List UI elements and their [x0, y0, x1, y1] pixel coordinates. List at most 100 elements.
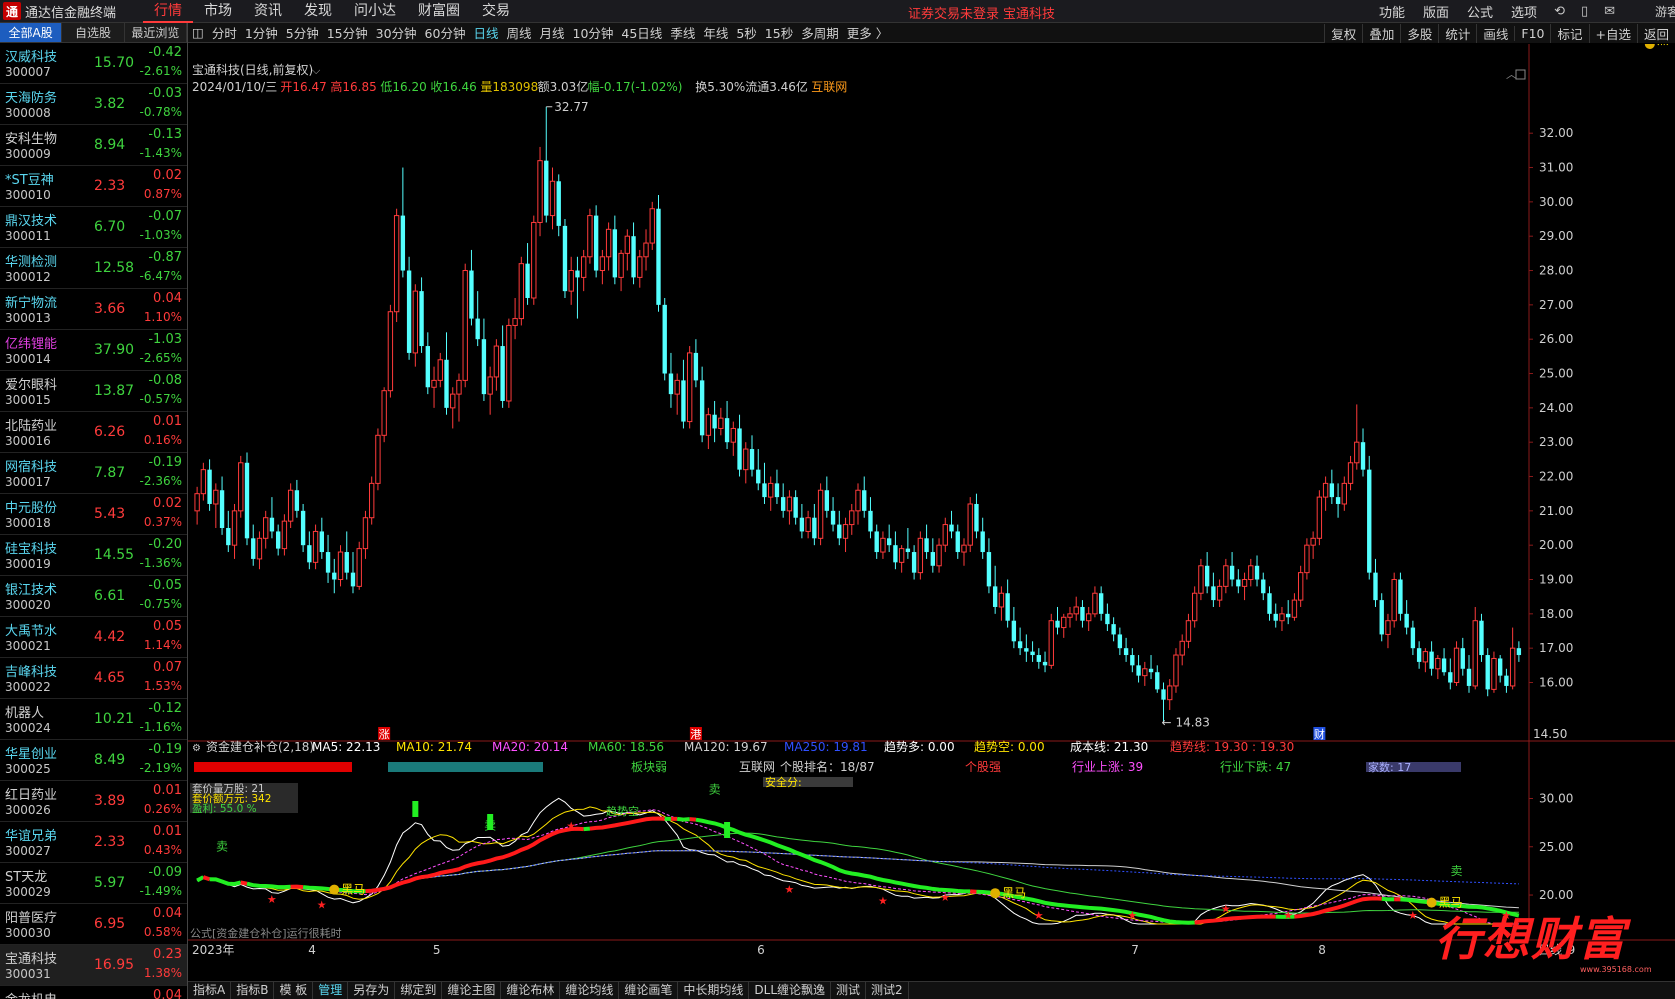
- sector-tag[interactable]: 互联网: [811, 80, 847, 94]
- menu-item-3[interactable]: 发现: [293, 0, 343, 23]
- indicator-tab-5[interactable]: 绑定到: [395, 982, 443, 999]
- indicator-tab-6[interactable]: 缠论主图: [442, 982, 502, 999]
- stock-row[interactable]: 华星创业 300025 8.49 -0.19 -2.19%: [0, 740, 187, 781]
- stock-row[interactable]: 宝通科技 300031 16.95 0.23 1.38%: [0, 945, 187, 986]
- menu-item-6[interactable]: 交易: [471, 0, 521, 23]
- period-5[interactable]: 60分钟: [421, 23, 470, 42]
- stock-row[interactable]: ST天龙 300029 5.97 -0.09 -1.49%: [0, 863, 187, 904]
- period-8[interactable]: 月线: [535, 23, 568, 42]
- list-tab-2[interactable]: 最近浏览: [124, 23, 187, 42]
- period-14[interactable]: 15秒: [761, 23, 797, 42]
- stock-row[interactable]: 吉峰科技 300022 4.65 0.07 1.53%: [0, 658, 187, 699]
- stock-row[interactable]: 爱尔眼科 300015 13.87 -0.08 -0.57%: [0, 371, 187, 412]
- trade-login-status[interactable]: 证券交易未登录: [908, 3, 999, 22]
- period-2[interactable]: 5分钟: [282, 23, 323, 42]
- indicator-tab-2[interactable]: 模 板: [274, 982, 314, 999]
- stat-line-3: 盈利: 55.0 %: [192, 803, 257, 815]
- period-11[interactable]: 季线: [666, 23, 699, 42]
- indicator-tab-13[interactable]: 测试2: [866, 982, 909, 999]
- period-10[interactable]: 45日线: [617, 23, 666, 42]
- menu-item-4[interactable]: 问小达: [343, 0, 407, 23]
- stock-row[interactable]: 天海防务 300008 3.82 -0.03 -0.78%: [0, 84, 187, 125]
- chart-btn-0[interactable]: 复权: [1324, 23, 1362, 43]
- layout-toggle-icon[interactable]: ◫: [188, 25, 208, 40]
- chart-title-dropdown-icon[interactable]: ⌵: [312, 64, 321, 77]
- menu-item-1[interactable]: 市场: [193, 0, 243, 23]
- indicator-tab-11[interactable]: DLL缠论飘逸: [749, 982, 832, 999]
- indicator-settings-icon[interactable]: ⚙: [192, 743, 201, 754]
- candle-body-up: [805, 517, 811, 532]
- phone-icon[interactable]: ▯: [1573, 4, 1596, 19]
- right-menu-item-0[interactable]: 功能: [1370, 2, 1414, 21]
- period-4[interactable]: 30分钟: [372, 23, 421, 42]
- chart-btn-7[interactable]: +自选: [1588, 23, 1637, 43]
- chart-btn-2[interactable]: 多股: [1400, 23, 1438, 43]
- stock-row[interactable]: 金龙机电 0.04: [0, 986, 187, 999]
- indicator-tab-1[interactable]: 指标B: [231, 982, 275, 999]
- watermark-logo: 行想财富: [1435, 912, 1627, 966]
- menu-item-5[interactable]: 财富圈: [407, 0, 471, 23]
- period-7[interactable]: 周线: [502, 23, 535, 42]
- indicator-legend: MA5: 22.13: [312, 740, 380, 754]
- kline-chart[interactable]: 宝通科技(日线,前复权)⌵2024/01/10/三开 16.47 高 16.85 低 16…: [188, 44, 1675, 981]
- stock-row[interactable]: *ST豆神 300010 2.33 0.02 0.87%: [0, 166, 187, 207]
- stock-row[interactable]: 新宁物流 300013 3.66 0.04 1.10%: [0, 289, 187, 330]
- stock-row[interactable]: 华谊兄弟 300027 2.33 0.01 0.43%: [0, 822, 187, 863]
- period-6[interactable]: 日线: [469, 23, 502, 42]
- stock-row[interactable]: 银江技术 300020 6.61 -0.05 -0.75%: [0, 576, 187, 617]
- list-tab-1[interactable]: 自选股: [62, 23, 125, 42]
- candle-body-up: [1173, 654, 1179, 687]
- period-16[interactable]: 更多 〉: [843, 23, 892, 42]
- chart-btn-8[interactable]: 返回: [1636, 23, 1675, 43]
- stock-row[interactable]: 华测检测 300012 12.58 -0.87 -6.47%: [0, 248, 187, 289]
- indicator-tab-7[interactable]: 缠论布林: [501, 982, 561, 999]
- stock-row[interactable]: 阳普医疗 300030 6.95 0.04 0.58%: [0, 904, 187, 945]
- right-menu-item-1[interactable]: 版面: [1414, 2, 1458, 21]
- collapse-icon[interactable]: ︿: [1506, 68, 1517, 81]
- period-0[interactable]: 分时: [208, 23, 241, 42]
- indicator-tab-9[interactable]: 缠论画笔: [619, 982, 679, 999]
- stock-row[interactable]: 亿纬锂能 300014 37.90 -1.03 -2.65%: [0, 330, 187, 371]
- stock-row[interactable]: 中元股份 300018 5.43 0.02 0.37%: [0, 494, 187, 535]
- candle-body-down: [1460, 648, 1465, 669]
- period-13[interactable]: 5秒: [732, 23, 760, 42]
- chart-btn-3[interactable]: 统计: [1438, 23, 1476, 43]
- indicator-tab-8[interactable]: 缠论均线: [560, 982, 620, 999]
- stock-row[interactable]: 北陆药业 300016 6.26 0.01 0.16%: [0, 412, 187, 453]
- stock-row[interactable]: 网宿科技 300017 7.87 -0.19 -2.36%: [0, 453, 187, 494]
- guest-label[interactable]: 游客: [1655, 3, 1675, 20]
- chart-btn-6[interactable]: 标记: [1550, 23, 1588, 43]
- indicator-tab-4[interactable]: 另存为: [348, 982, 396, 999]
- stock-row[interactable]: 大禹节水 300021 4.42 0.05 1.14%: [0, 617, 187, 658]
- candle-body-up: [431, 379, 437, 388]
- indicator-tab-3[interactable]: 管理: [313, 982, 349, 999]
- indicator-tab-12[interactable]: 测试: [831, 982, 867, 999]
- period-1[interactable]: 1分钟: [241, 23, 282, 42]
- period-12[interactable]: 年线: [699, 23, 732, 42]
- stock-row[interactable]: 鼎汉技术 300011 6.70 -0.07 -1.03%: [0, 207, 187, 248]
- stock-row[interactable]: 安科生物 300009 8.94 -0.13 -1.43%: [0, 125, 187, 166]
- chart-btn-1[interactable]: 叠加: [1362, 23, 1400, 43]
- period-9[interactable]: 10分钟: [569, 23, 618, 42]
- right-menu-item-3[interactable]: 选项: [1502, 2, 1546, 21]
- indicator-tab-10[interactable]: 中长期均线: [678, 982, 750, 999]
- stock-row[interactable]: 硅宝科技 300019 14.55 -0.20 -1.36%: [0, 535, 187, 576]
- app-logo-icon: 通: [3, 2, 21, 20]
- chart-btn-5[interactable]: F10: [1514, 25, 1550, 41]
- candle-body-down: [1479, 620, 1484, 656]
- menu-item-0[interactable]: 行情: [143, 0, 193, 23]
- period-3[interactable]: 15分钟: [323, 23, 372, 42]
- stock-code: 300030: [5, 926, 51, 940]
- stock-row[interactable]: 红日药业 300026 3.89 0.01 0.26%: [0, 781, 187, 822]
- period-15[interactable]: 多周期: [797, 23, 843, 42]
- chart-btn-4[interactable]: 画线: [1476, 23, 1514, 43]
- message-icon[interactable]: ✉: [1596, 4, 1623, 19]
- list-tab-0[interactable]: 全部A股: [0, 23, 63, 42]
- stock-row[interactable]: 汉威科技 300007 15.70 -0.42 -2.61%: [0, 43, 187, 84]
- right-menu-item-2[interactable]: 公式: [1458, 2, 1502, 21]
- indicator-legend: 成本线: 21.30: [1070, 740, 1148, 754]
- refresh-icon[interactable]: ⟲: [1546, 4, 1573, 19]
- menu-item-2[interactable]: 资讯: [243, 0, 293, 23]
- stock-row[interactable]: 机器人 300024 10.21 -0.12 -1.16%: [0, 699, 187, 740]
- indicator-tab-0[interactable]: 指标A: [188, 982, 232, 999]
